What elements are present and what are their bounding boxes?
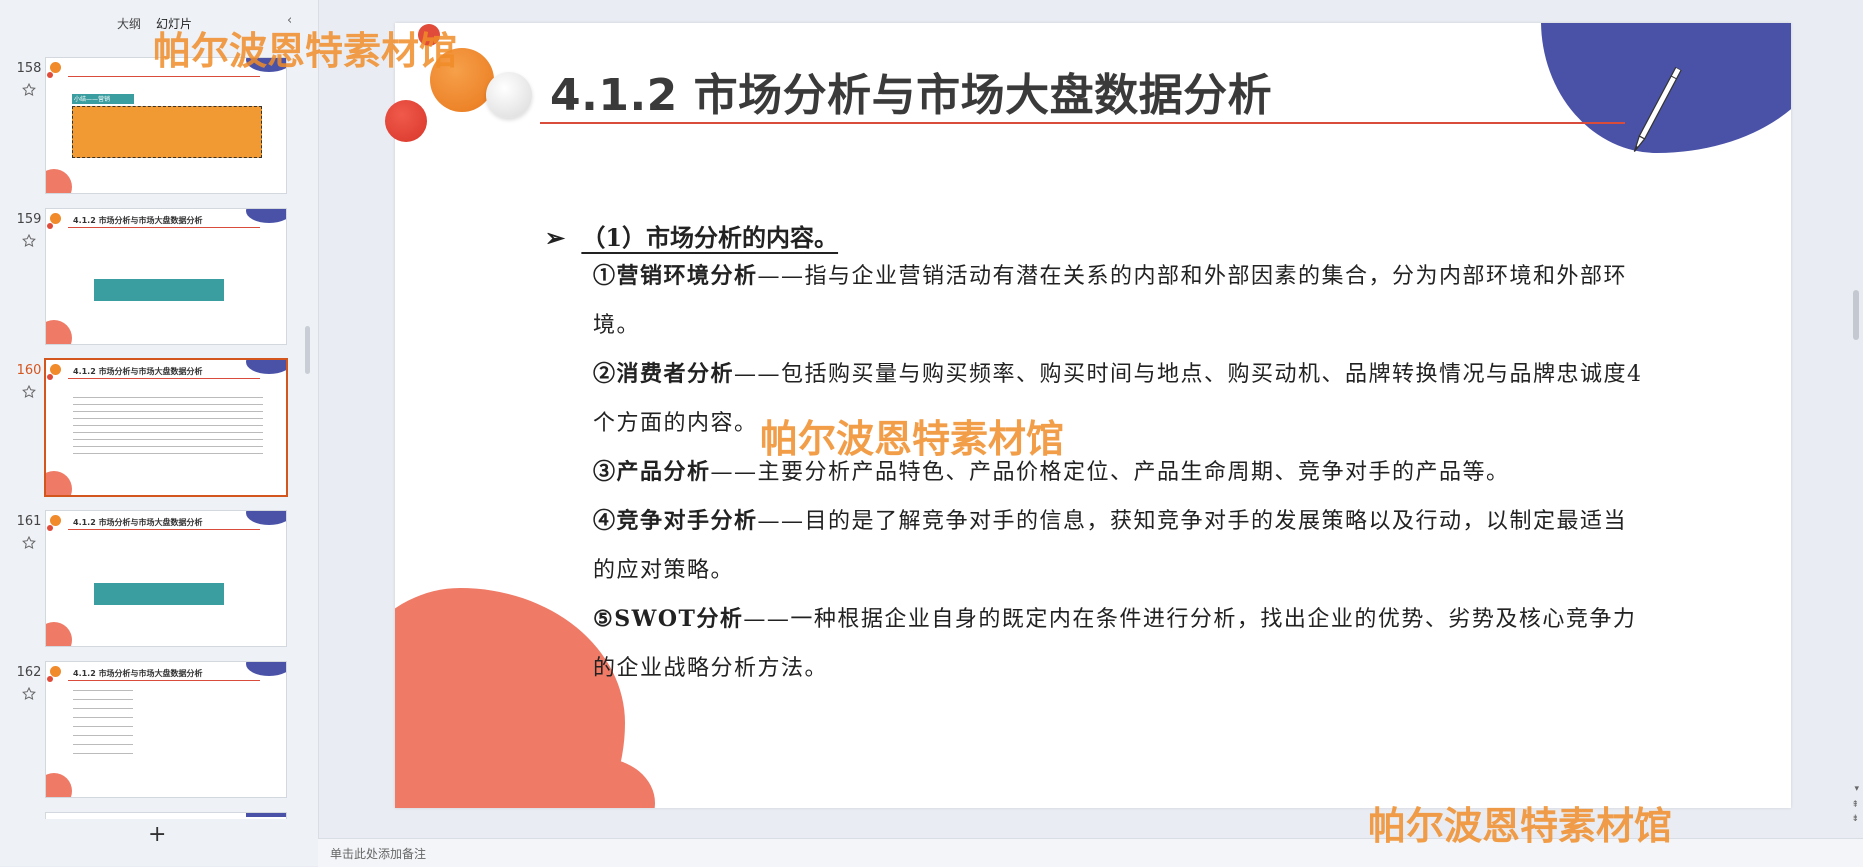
thumbnail-row: 161 4.1.2 市场分析与市场大盘数据分析 [0, 510, 290, 647]
slide-canvas[interactable]: 4.1.2 市场分析与市场大盘数据分析 ➢ （1）市场分析的内容。 ①营销环境分… [395, 23, 1791, 808]
notes-placeholder[interactable]: 单击此处添加备注 [330, 845, 426, 862]
thumbnail-row: 162 4.1.2 市场分析与市场大盘数据分析 [0, 661, 290, 798]
slide-thumbnail-selected[interactable]: 4.1.2 市场分析与市场大盘数据分析 [44, 358, 288, 497]
decor-ball [486, 72, 532, 118]
thumb-title-line [68, 680, 260, 681]
slide-thumbnail-panel: 大纲 幻灯片 ‹ 158 小结——营销 159 4.1.2 市场分析与市场大盘数… [0, 0, 319, 866]
slide-thumbnail[interactable]: 4.1.2 市场分析与市场大盘数据分析 [45, 661, 287, 798]
watermark: 帕尔波恩特素材馆 [153, 28, 458, 73]
slide-number: 158 [16, 61, 42, 76]
slide-title[interactable]: 4.1.2 市场分析与市场大盘数据分析 [550, 59, 1272, 123]
vertical-scrollbar[interactable]: ▾ ⇞ ⇟ [1843, 0, 1863, 840]
slide-number: 159 [16, 212, 42, 227]
thumbnail-row: 158 小结——营销 [0, 57, 290, 194]
decor-ball [385, 100, 427, 142]
thumb-title-line [68, 76, 260, 77]
star-icon[interactable] [22, 385, 36, 399]
prev-slide-icon[interactable]: ⇞ [1851, 800, 1859, 810]
thumb-orange-dot [50, 515, 61, 526]
thumb-title: 4.1.2 市场分析与市场大盘数据分析 [73, 669, 203, 678]
thumb-text-lines [73, 686, 133, 756]
title-underline [540, 122, 1625, 124]
thumb-coral-shape [46, 773, 72, 797]
thumb-coral-shape [46, 471, 72, 495]
tab-outline[interactable]: 大纲 [117, 15, 141, 32]
subheading[interactable]: ➢ （1）市场分析的内容。 [545, 218, 838, 253]
thumb-blue-shape [246, 511, 286, 525]
thumb-orange-dot [50, 666, 61, 677]
next-slide-icon[interactable]: ⇟ [1851, 814, 1859, 824]
thumb-orange-dot [50, 62, 61, 73]
thumb-coral-shape [46, 622, 72, 646]
item-label: ④竞争对手分析 [593, 508, 758, 534]
thumbnail-row: 159 4.1.2 市场分析与市场大盘数据分析 [0, 208, 290, 345]
thumb-text-lines [73, 394, 263, 454]
scroll-down-icon[interactable]: ▾ [1854, 784, 1859, 794]
slide-thumbnail-partial[interactable] [45, 812, 287, 819]
thumb-orange-dot [50, 213, 61, 224]
star-icon[interactable] [22, 83, 36, 97]
thumb-title: 4.1.2 市场分析与市场大盘数据分析 [73, 518, 203, 527]
slide-number: 161 [16, 514, 42, 529]
star-icon[interactable] [22, 687, 36, 701]
thumb-blue-shape [246, 209, 286, 223]
item-text: ——一种根据企业自身的既定内在条件进行分析，找出企业的优势、劣势及核心竞争力的企… [593, 607, 1637, 681]
slide-number: 162 [16, 665, 42, 680]
item-text: ——主要分析产品特色、产品价格定位、产品生命周期、竞争对手的产品等。 [710, 460, 1510, 485]
star-icon[interactable] [22, 234, 36, 248]
panel-scrollbar[interactable] [305, 326, 310, 374]
thumb-heading: 小结——营销 [72, 94, 134, 104]
slide-thumbnail[interactable]: 4.1.2 市场分析与市场大盘数据分析 [45, 510, 287, 647]
content-item[interactable]: ①营销环境分析——指与企业营销活动有潜在关系的内部和外部因素的集合，分为内部环境… [593, 252, 1643, 350]
thumb-title: 4.1.2 市场分析与市场大盘数据分析 [73, 367, 203, 376]
item-label: ⑤SWOT分析 [593, 606, 744, 632]
thumb-title-line [68, 227, 260, 228]
scrollbar-thumb[interactable] [1853, 290, 1859, 340]
content-item[interactable]: ④竞争对手分析——目的是了解竞争对手的信息，获知竞争对手的发展策略以及行动，以制… [593, 497, 1643, 595]
item-text: ——包括购买量与购买频率、购买时间与地点、购买动机、品牌转换情况与品牌忠诚度4个… [593, 362, 1643, 436]
content-item[interactable]: ⑤SWOT分析——一种根据企业自身的既定内在条件进行分析，找出企业的优势、劣势及… [593, 595, 1643, 693]
item-label: ②消费者分析 [593, 361, 735, 387]
thumb-title: 4.1.2 市场分析与市场大盘数据分析 [73, 216, 203, 225]
thumb-red-dot [47, 374, 53, 380]
add-slide-icon[interactable]: + [148, 822, 166, 847]
thumb-blue-shape [246, 360, 286, 374]
thumb-title-line [68, 529, 260, 530]
content-item[interactable]: ②消费者分析——包括购买量与购买频率、购买时间与地点、购买动机、品牌转换情况与品… [593, 350, 1643, 448]
thumb-coral-shape [46, 169, 72, 193]
thumb-blue-shape [246, 662, 286, 676]
slide-thumbnail[interactable]: 小结——营销 [45, 57, 287, 194]
thumb-red-dot [47, 525, 53, 531]
thumbnail-row: 160 4.1.2 市场分析与市场大盘数据分析 [0, 358, 290, 497]
thumb-orange-dot [50, 364, 61, 375]
thumb-teal-box [94, 279, 224, 301]
arrow-bullet-icon: ➢ [545, 223, 566, 252]
thumb-red-dot [47, 676, 53, 682]
item-label: ③产品分析 [593, 459, 711, 485]
slide-number: 160 [16, 363, 42, 378]
thumb-title-line [68, 378, 260, 379]
thumb-red-dot [47, 72, 53, 78]
subheading-text: （1）市场分析的内容。 [581, 223, 839, 252]
thumb-teal-box [94, 583, 224, 605]
item-label: ①营销环境分析 [593, 263, 758, 289]
watermark: 帕尔波恩特素材馆 [1368, 803, 1673, 848]
thumb-orange-box [72, 106, 262, 158]
thumb-coral-shape [46, 320, 72, 344]
thumb-red-dot [47, 223, 53, 229]
watermark: 帕尔波恩特素材馆 [760, 416, 1065, 461]
slide-thumbnail[interactable]: 4.1.2 市场分析与市场大盘数据分析 [45, 208, 287, 345]
star-icon[interactable] [22, 536, 36, 550]
